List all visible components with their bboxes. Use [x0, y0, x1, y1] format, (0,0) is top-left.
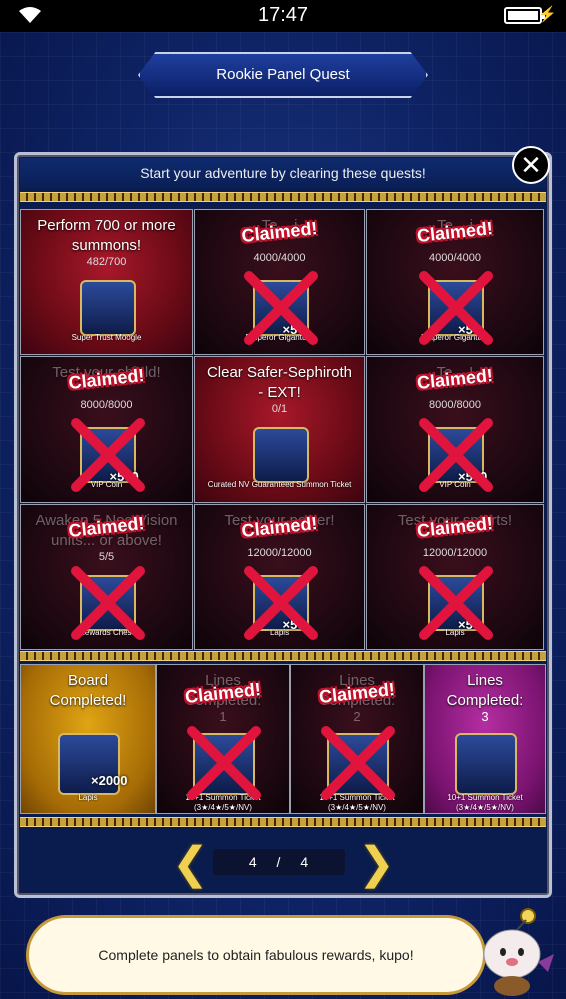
gold-trim-bottom: [20, 817, 546, 827]
quest-cell[interactable]: Lines Completed: 1 10+1 Summon Ticket (3★/…: [156, 664, 290, 814]
gold-trim-middle: [20, 651, 546, 661]
quest-progress: 5/5: [98, 551, 115, 563]
quest-cell[interactable]: Test your smarts! 12000/12000 ×50 Lapis Clai…: [366, 504, 544, 650]
reward-icon: [79, 280, 136, 336]
reward-icon: [252, 427, 309, 483]
gold-trim-top: [20, 192, 546, 202]
quest-progress: 2: [353, 709, 361, 724]
quest-title: Board Completed!: [49, 672, 127, 709]
quest-title: Clear Safer-Sephiroth - EXT!: [206, 364, 353, 401]
quest-progress: 482/700: [86, 256, 127, 268]
quest-cell[interactable]: Test your power! 12000/12000 ×50 Lapis Claim…: [194, 504, 365, 650]
clock: 17:47: [257, 4, 309, 26]
quest-cell[interactable]: Perform 700 or more summons! 482/700 Super…: [20, 209, 193, 355]
claimed-cross-icon: [419, 566, 493, 640]
panel-subtitle: Start your adventure by clearing these q…: [20, 158, 546, 188]
total-pages: 4: [300, 854, 310, 870]
quest-progress: 8000/8000: [80, 399, 133, 411]
quest-cell[interactable]: Lines Completed: 2 10+1 Summon Ticket (3★/…: [290, 664, 424, 814]
quest-progress: 0/1: [271, 403, 288, 415]
reward-label: 10+1 Summon Ticket (3★/4★/5★/NV): [447, 793, 523, 812]
prev-page-button[interactable]: ❮: [172, 838, 209, 889]
quest-progress: 4000/4000: [253, 252, 306, 264]
quest-cell[interactable]: Te... i 4000/4000 ×5 Emperor Gigantuar Claim…: [194, 209, 365, 355]
reward-icon: [455, 733, 517, 795]
status-bar: 17:47 ⚡: [0, 0, 566, 32]
charging-icon: ⚡: [538, 6, 557, 23]
page-title: Rookie Panel Quest: [216, 66, 350, 83]
claimed-cross-icon: [70, 566, 145, 640]
quest-cell[interactable]: Test your shield!8000/8000×500VIP CoinCl…: [20, 356, 193, 503]
quest-progress: 8000/8000: [429, 399, 481, 411]
page-indicator: 4 / 4: [213, 849, 345, 875]
claimed-cross-icon: [243, 271, 318, 345]
claimed-cross-icon: [321, 726, 395, 800]
quest-progress: 1: [219, 709, 227, 724]
quest-progress: 3: [481, 709, 489, 724]
speech-text: Complete panels to obtain fabulous rewar…: [98, 947, 414, 963]
claimed-cross-icon: [419, 271, 493, 345]
quest-title: Perform 700 or more summons!: [37, 217, 176, 254]
quest-cell[interactable]: Clear Safer-Sephiroth - EXT! 0/1 Curated N…: [194, 356, 365, 503]
battery-icon: [504, 7, 545, 24]
reward-label: Curated NV Guaranteed Summon Ticket: [207, 480, 352, 489]
quest-title: Lines Completed:: [446, 672, 524, 709]
quest-cell[interactable]: Awaken 5 Neo Vision units... or above! 5/…: [20, 504, 193, 650]
close-button[interactable]: ✕: [512, 146, 550, 184]
next-page-button[interactable]: ❯: [358, 838, 395, 889]
reward-label: Super Trust Moogle: [71, 333, 142, 342]
quest-progress: 12000/12000: [422, 547, 488, 559]
claimed-cross-icon: [70, 418, 145, 492]
page-separator: /: [276, 854, 282, 870]
reward-label: Lapis: [78, 793, 98, 802]
quest-cell[interactable]: Lines Completed: 3 10+1 Summon Ticket (3★/…: [424, 664, 546, 814]
reward-quantity: ×2000: [91, 773, 128, 788]
quest-progress: 12000/12000: [247, 547, 312, 559]
quest-progress: 4000/4000: [429, 252, 481, 264]
current-page: 4: [248, 854, 258, 870]
claimed-cross-icon: [243, 566, 318, 640]
claimed-cross-icon: [419, 418, 493, 492]
moogle-mascot-icon[interactable]: [468, 906, 558, 996]
claimed-cross-icon: [187, 726, 261, 800]
speech-bubble: Complete panels to obtain fabulous rewar…: [26, 915, 486, 995]
quest-cell[interactable]: Te... !8000/8000×500VIP CoinClaimed!: [366, 356, 544, 503]
quest-cell[interactable]: Te... i 4000/4000 ×5 Emperor Gigantuar Claim…: [366, 209, 544, 355]
quest-cell[interactable]: Board Completed! ×2000 Lapis: [20, 664, 156, 814]
